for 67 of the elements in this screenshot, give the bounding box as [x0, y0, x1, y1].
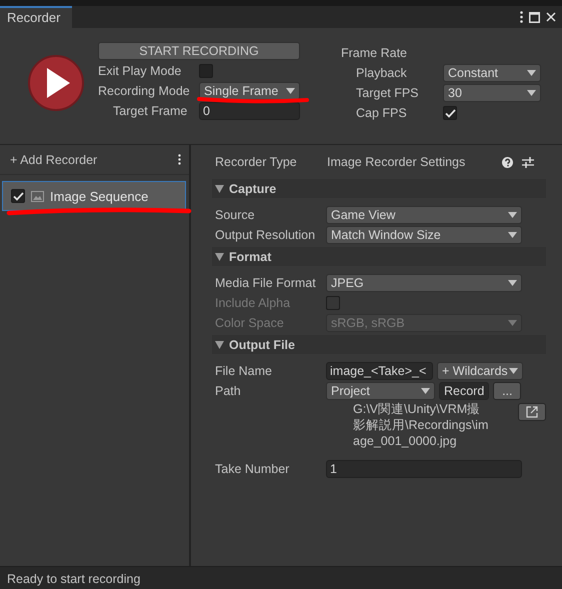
wildcards-dropdown[interactable]: + Wildcards — [437, 362, 523, 380]
resolved-path: G:\V関連\Unity\VRM撮影解説用\Recordings\image_001_0000.jpg — [353, 401, 490, 449]
start-recording-button[interactable]: START RECORDING — [98, 42, 300, 60]
image-icon — [31, 190, 44, 202]
field-label: File Name — [215, 364, 273, 378]
settings-icon[interactable] — [522, 156, 534, 168]
browse-button[interactable]: ... — [493, 382, 522, 400]
input-field[interactable]: 1 — [326, 460, 522, 478]
dropdown[interactable]: Game View — [326, 206, 522, 224]
section-header[interactable]: Output File — [212, 335, 546, 354]
caret-icon — [508, 232, 517, 238]
field-label: Color Space — [215, 316, 285, 330]
field-label: Take Number — [215, 462, 290, 476]
recorder-item[interactable]: Image Sequence — [2, 181, 186, 211]
item-label: Image Sequence — [50, 188, 148, 204]
dropdown[interactable]: Project — [326, 382, 435, 400]
section-title: Frame Rate — [341, 45, 408, 62]
dropdown[interactable]: Constant — [443, 64, 541, 82]
foldout-arrow-icon — [215, 184, 224, 192]
play-icon[interactable] — [27, 54, 85, 112]
field-label: Include Alpha — [215, 296, 292, 310]
dropdown[interactable]: Single Frame — [199, 82, 300, 100]
caret-icon — [509, 368, 518, 374]
field-label: Media File Format — [215, 276, 317, 290]
external-link-icon — [526, 406, 538, 418]
field-label: Source — [215, 208, 256, 222]
record-button[interactable]: Record — [439, 382, 490, 400]
caret-icon — [527, 70, 536, 76]
input-field[interactable]: 0 — [199, 102, 300, 120]
caret-icon — [508, 320, 517, 326]
maximize-icon[interactable] — [529, 12, 540, 22]
section-header[interactable]: Format — [212, 247, 546, 266]
field-label: Output Resolution — [215, 228, 316, 242]
field-label: Cap FPS — [355, 106, 408, 120]
checkbox[interactable] — [11, 189, 25, 203]
field-label: Path — [215, 384, 242, 398]
caret-icon — [508, 280, 517, 286]
section-header[interactable]: Capture — [212, 179, 546, 198]
field-label: Playback — [355, 66, 408, 80]
more-icon[interactable] — [178, 154, 181, 165]
checkbox[interactable] — [199, 64, 213, 78]
check-icon — [12, 192, 24, 200]
status-bar: Ready to start recording — [0, 566, 562, 589]
input-field[interactable]: image_<Take>_< — [326, 362, 433, 380]
window-tab[interactable]: Recorder — [0, 6, 72, 28]
caret-icon — [508, 212, 517, 218]
foldout-arrow-icon — [215, 252, 224, 260]
field-label: Target FPS — [355, 86, 420, 100]
dropdown[interactable]: Match Window Size — [326, 226, 522, 244]
field-label: Exit Play Mode — [98, 64, 182, 78]
foldout-arrow-icon — [215, 340, 224, 348]
help-icon[interactable] — [502, 156, 513, 168]
dropdown[interactable]: 30 — [443, 84, 541, 102]
field-label: Recording Mode — [98, 84, 191, 98]
caret-icon — [286, 88, 295, 94]
dropdown[interactable]: JPEG — [326, 274, 522, 292]
close-icon[interactable] — [546, 12, 556, 22]
recorder-type-value: Image Recorder Settings — [327, 155, 466, 169]
field-label: Recorder Type — [215, 155, 298, 169]
checkbox[interactable] — [443, 106, 457, 120]
caret-icon — [421, 388, 430, 394]
caret-icon — [527, 90, 536, 96]
add-recorder-button[interactable]: + Add Recorder — [10, 152, 178, 166]
open-folder-button[interactable] — [518, 403, 546, 421]
more-icon[interactable] — [520, 11, 523, 23]
field-label: Target Frame — [112, 104, 188, 118]
check-icon — [444, 108, 456, 118]
